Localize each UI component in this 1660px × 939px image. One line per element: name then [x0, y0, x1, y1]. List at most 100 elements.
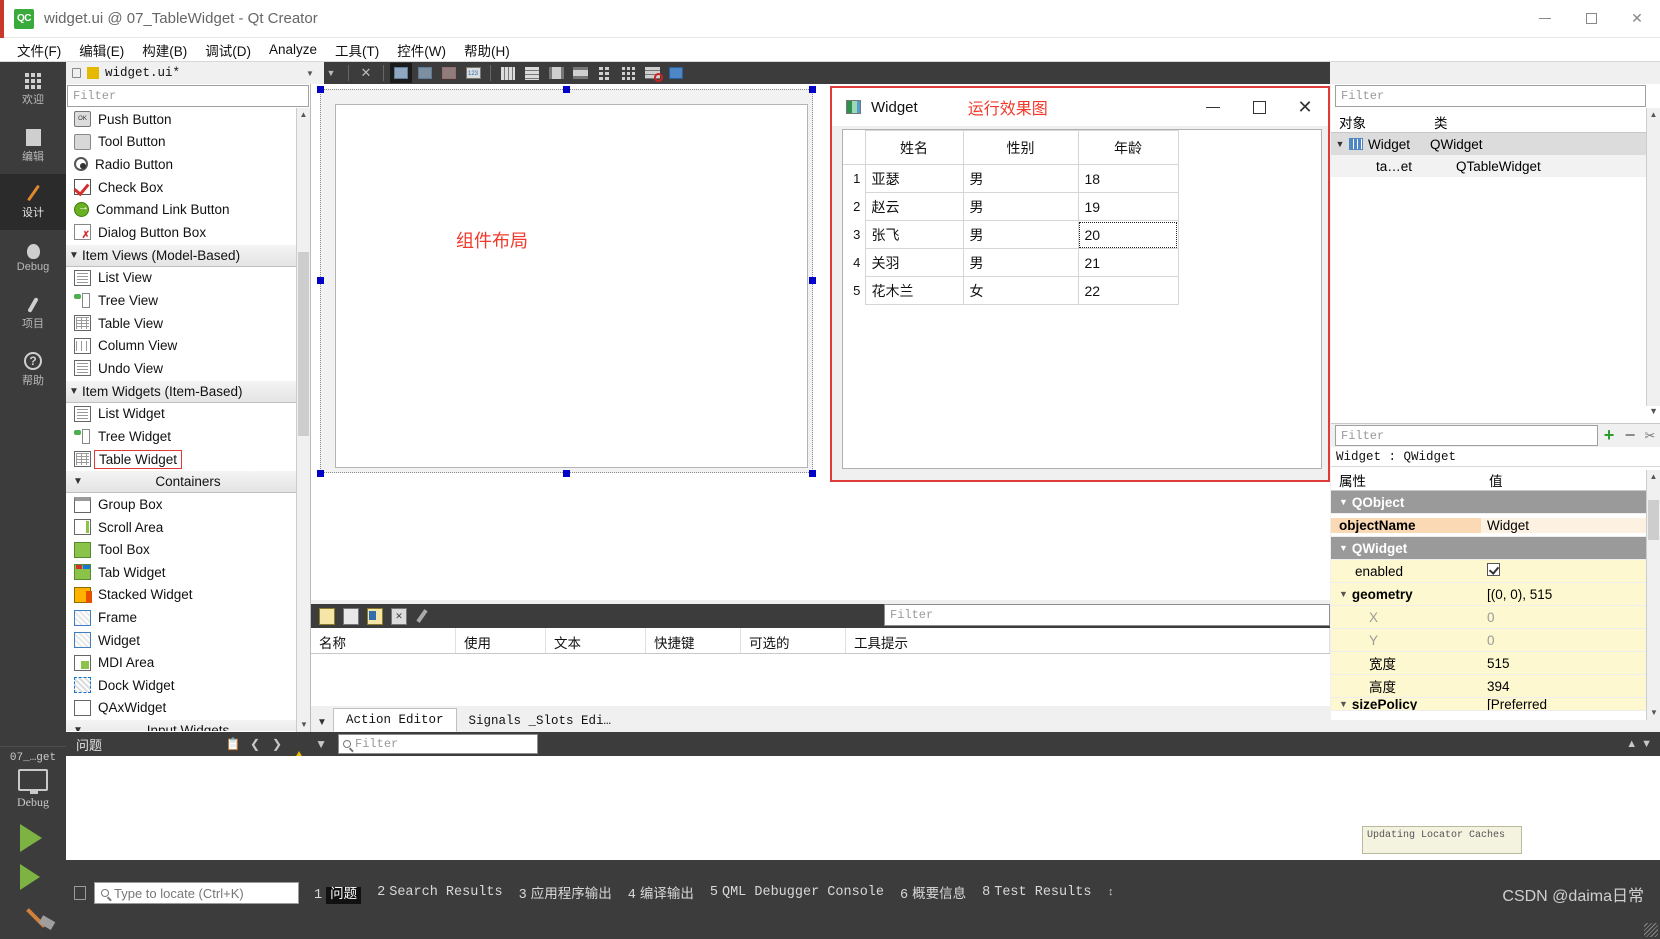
new-action-icon[interactable]	[319, 607, 335, 625]
edit-signals-slots-icon[interactable]	[414, 63, 436, 83]
copy-icon[interactable]: 📋	[222, 737, 244, 751]
widget-item-group-box[interactable]: Group Box	[66, 493, 310, 516]
action-col-checkable[interactable]: 可选的	[741, 628, 846, 653]
close-document-icon[interactable]: ✕	[355, 63, 377, 83]
issues-filter-input[interactable]: Filter	[338, 734, 539, 754]
pane-issues[interactable]: 1 问题	[314, 882, 362, 904]
widget-item-list-view[interactable]: List View	[66, 267, 310, 290]
object-inspector-filter-input[interactable]: Filter	[1335, 85, 1646, 107]
run-button[interactable]	[20, 824, 42, 852]
mode-debug[interactable]: Debug	[0, 230, 66, 286]
property-value[interactable]: Widget	[1481, 517, 1660, 533]
resize-grip-icon[interactable]	[1644, 923, 1658, 937]
document-tab[interactable]: widget.ui* ▼	[66, 62, 324, 84]
enabled-checkbox[interactable]	[1487, 563, 1500, 576]
scroll-up-icon[interactable]: ▲	[1647, 470, 1660, 484]
form-canvas[interactable]: 组件布局 Widget 运行效果图 ✕ 姓名 性别 年龄 1 亚瑟 男 18 2…	[311, 84, 1330, 600]
run-close-button[interactable]: ✕	[1282, 88, 1328, 126]
cell-age[interactable]: 21	[1077, 248, 1179, 277]
break-layout-icon[interactable]	[641, 63, 663, 83]
widget-item-tree-widget[interactable]: Tree Widget	[66, 425, 310, 448]
row-header[interactable]: 3	[843, 221, 865, 249]
object-col-class[interactable]: 类	[1426, 109, 1660, 132]
cell-age-selected[interactable]: 20	[1077, 220, 1179, 249]
menu-widgets[interactable]: 控件(W)	[388, 37, 455, 63]
object-row-tablewidget[interactable]: ta…et QTableWidget	[1331, 155, 1660, 177]
property-row-height[interactable]: 高度 394	[1331, 675, 1660, 698]
cell-age[interactable]: 18	[1077, 164, 1179, 193]
next-icon[interactable]: ❯	[266, 737, 288, 751]
property-value[interactable]	[1481, 563, 1660, 579]
close-button[interactable]: ✕	[1614, 0, 1660, 38]
build-button[interactable]	[26, 908, 46, 928]
resize-handle-bc[interactable]	[563, 470, 570, 477]
scroll-down-icon[interactable]: ▼	[1647, 706, 1660, 720]
menu-build[interactable]: 构建(B)	[133, 37, 196, 63]
document-dropdown-icon[interactable]: ▼	[306, 69, 314, 78]
row-header[interactable]: 2	[843, 193, 865, 221]
cell-gender[interactable]: 男	[962, 164, 1079, 193]
menu-edit[interactable]: 编辑(E)	[70, 37, 133, 63]
property-col-name[interactable]: 属性	[1331, 467, 1481, 490]
edit-widgets-icon[interactable]	[390, 63, 412, 83]
action-col-used[interactable]: 使用	[456, 628, 546, 653]
layout-grid-icon[interactable]	[617, 63, 639, 83]
widget-item-radio-button[interactable]: Radio Button	[66, 153, 310, 176]
pane-compile-output[interactable]: 4 编译输出	[628, 882, 694, 903]
configure-icon[interactable]	[416, 609, 428, 623]
property-value[interactable]: 394	[1481, 679, 1660, 694]
property-group-qobject[interactable]: ▼ QObject	[1331, 491, 1660, 514]
widget-category-input-widgets[interactable]: ▼ Input Widgets	[66, 719, 310, 731]
debug-button[interactable]	[20, 864, 40, 890]
configure-icon[interactable]: ✂	[1640, 428, 1660, 444]
mode-design[interactable]: 设计	[0, 174, 66, 230]
widget-item-list-widget[interactable]: List Widget	[66, 403, 310, 426]
property-row-x[interactable]: X 0	[1331, 606, 1660, 629]
scroll-up-icon[interactable]: ▲	[1647, 108, 1660, 122]
layout-hsplitter-icon[interactable]	[545, 63, 567, 83]
row-header[interactable]: 1	[843, 165, 865, 193]
mode-help[interactable]: ? 帮助	[0, 342, 66, 398]
property-value[interactable]: 515	[1481, 656, 1660, 671]
filter-icon[interactable]: ▼	[310, 737, 332, 751]
cell-name[interactable]: 花木兰	[864, 276, 964, 305]
widget-item-mdi-area[interactable]: MDI Area	[66, 651, 310, 674]
cell-age[interactable]: 19	[1077, 192, 1179, 221]
layout-horizontal-icon[interactable]	[497, 63, 519, 83]
property-row-width[interactable]: 宽度 515	[1331, 652, 1660, 675]
resize-handle-bl[interactable]	[317, 470, 324, 477]
remove-property-button[interactable]: −	[1620, 425, 1640, 446]
cell-name[interactable]: 亚瑟	[864, 164, 964, 193]
run-maximize-button[interactable]	[1236, 88, 1282, 126]
property-filter-input[interactable]: Filter	[1335, 425, 1598, 446]
resize-handle-mr[interactable]	[809, 277, 816, 284]
widget-item-undo-view[interactable]: Undo View	[66, 357, 310, 380]
adjust-size-icon[interactable]	[665, 63, 687, 83]
property-row-enabled[interactable]: enabled	[1331, 560, 1660, 583]
scrollbar-thumb[interactable]	[298, 252, 309, 436]
maximize-button[interactable]	[1568, 0, 1614, 38]
layout-form-icon[interactable]	[593, 63, 615, 83]
resize-handle-tc[interactable]	[563, 86, 570, 93]
cell-gender[interactable]: 女	[962, 276, 1079, 305]
table-row[interactable]: 3 张飞 男 20	[843, 220, 1179, 249]
chevron-down-icon[interactable]: ▼	[311, 717, 333, 732]
widget-item-dialog-button-box[interactable]: Dialog Button Box	[66, 221, 310, 244]
property-value[interactable]: 0	[1481, 610, 1660, 625]
property-value[interactable]: 0	[1481, 633, 1660, 648]
table-row[interactable]: 4 关羽 男 21	[843, 248, 1179, 277]
resize-handle-tr[interactable]	[809, 86, 816, 93]
locator-input[interactable]: Type to locate (Ctrl+K)	[94, 882, 299, 904]
resize-handle-tl[interactable]	[317, 86, 324, 93]
property-group-qwidget[interactable]: ▼ QWidget	[1331, 537, 1660, 560]
widget-item-tree-view[interactable]: Tree View	[66, 289, 310, 312]
scroll-down-icon[interactable]: ▼	[297, 718, 311, 732]
table-col-age[interactable]: 年龄	[1077, 130, 1179, 165]
object-col-object[interactable]: 对象	[1331, 109, 1426, 132]
widget-item-push-button[interactable]: OK Push Button	[66, 108, 310, 131]
scroll-up-icon[interactable]: ▲	[297, 108, 310, 122]
chevron-down-icon[interactable]: ▼	[1331, 139, 1349, 149]
sidebar-toggle-icon[interactable]	[74, 886, 86, 900]
run-minimize-button[interactable]	[1190, 88, 1236, 126]
property-row-y[interactable]: Y 0	[1331, 629, 1660, 652]
